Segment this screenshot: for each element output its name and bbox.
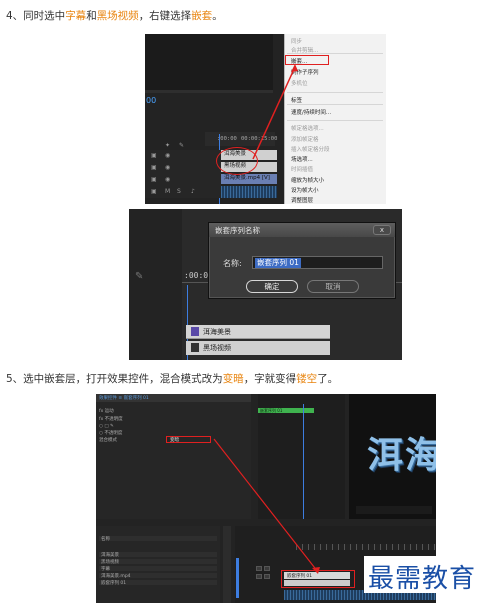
screenshot-context-menu: 00 ✦ ✎ :00:00 00:00:15:00 ▣ ◉ ▣ ◉ ▣ ◉ ▣ … <box>145 34 386 204</box>
highlight-nest: 嵌套 <box>191 10 213 22</box>
wrench-icon[interactable]: ✎ <box>135 271 143 282</box>
screenshot-nest-dialog: ✎ :00:00 洱海美景 黑场视频 嵌套序列名称 x 名称: 嵌套序列 01 … <box>129 209 402 360</box>
clip-black-video[interactable]: 黑场视频 <box>186 341 330 355</box>
step-4-end: 。 <box>212 10 223 22</box>
dialog-title: 嵌套序列名称 <box>215 226 260 235</box>
watermark-logo: 最需教育 <box>364 556 490 594</box>
left-pane <box>129 209 182 360</box>
name-label: 名称: <box>223 259 242 268</box>
step-5-text: 5、选中嵌套层，打开效果控件，混合模式改为变暗，字就变得镂空了。 <box>6 372 338 386</box>
highlight-subtitle: 字幕 <box>65 10 87 22</box>
highlight-black-video: 黑场视频 <box>96 10 139 22</box>
close-button[interactable]: x <box>373 225 391 235</box>
step-4-prefix: 4、同时选中 <box>6 10 66 22</box>
clip-label: 洱海美景 <box>203 328 231 336</box>
nest-sequence-dialog: 嵌套序列名称 x 名称: 嵌套序列 01 确定 取消 <box>208 222 396 299</box>
name-input-value: 嵌套序列 01 <box>255 258 301 268</box>
dialog-title-bar: 嵌套序列名称 x <box>209 223 395 237</box>
clip-subtitle[interactable]: 洱海美景 <box>186 325 330 339</box>
step-4-mid: ，右键选择 <box>138 10 192 22</box>
watermark-text: 最需教育 <box>368 564 477 594</box>
clip-icon <box>191 343 199 352</box>
clip-label: 黑场视频 <box>203 344 231 352</box>
highlight-hollow: 镂空 <box>296 373 318 385</box>
step-5-mid: ，字就变得 <box>243 373 297 385</box>
step-4-and: 和 <box>86 10 97 22</box>
step-5-prefix: 5、选中嵌套层，打开效果控件，混合模式改为 <box>6 373 223 385</box>
step-5-end: 了。 <box>317 373 339 385</box>
highlight-darken: 变暗 <box>222 373 244 385</box>
name-input[interactable]: 嵌套序列 01 <box>252 256 383 269</box>
step-4-text: 4、同时选中字幕和黑场视频，右键选择嵌套。 <box>6 9 223 23</box>
clip-icon <box>191 327 199 336</box>
cancel-button[interactable]: 取消 <box>307 280 359 293</box>
arrow-annotation <box>252 64 298 160</box>
ok-button[interactable]: 确定 <box>246 280 298 293</box>
